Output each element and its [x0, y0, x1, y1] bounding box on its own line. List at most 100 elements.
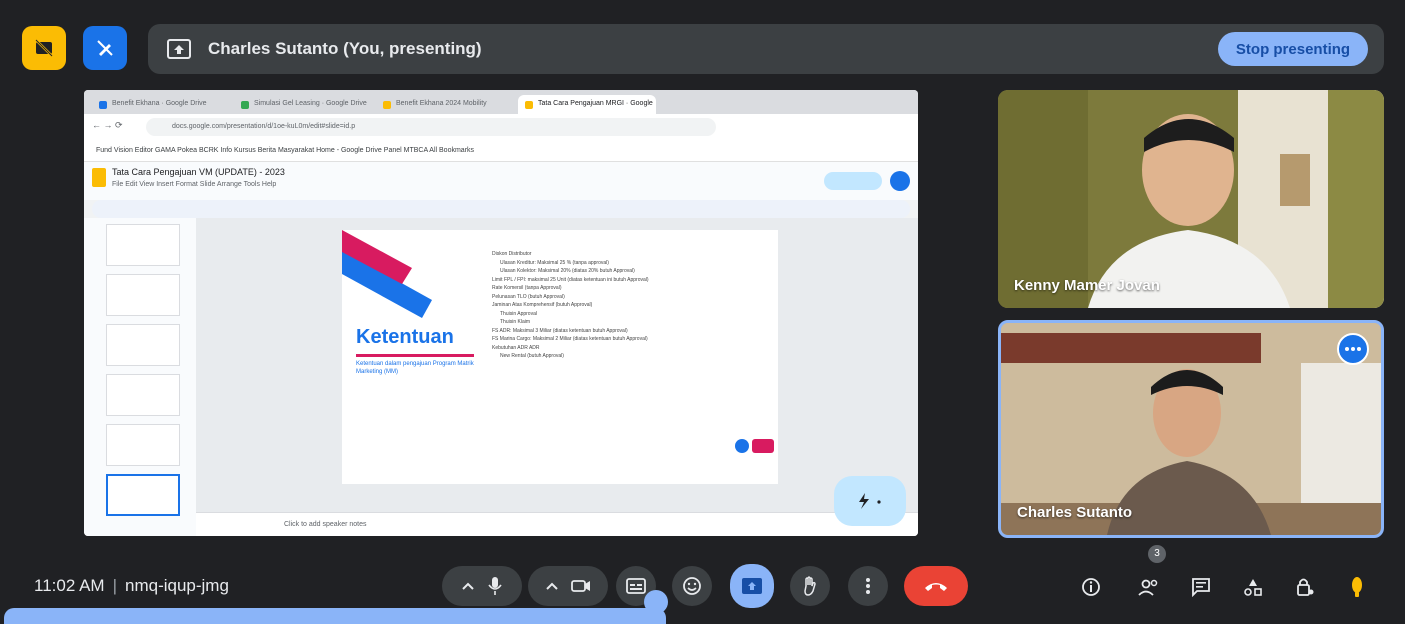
meeting-details-button[interactable] — [1076, 572, 1106, 602]
sparkle-icon — [859, 493, 881, 509]
separator: | — [112, 576, 117, 595]
presenting-label: Charles Sutanto (You, presenting) — [208, 39, 482, 58]
microphone-icon — [488, 577, 502, 595]
tab-label: Tata Cara Pengajuan MRGI · Google — [538, 100, 653, 107]
slide-title: Ketentuan — [356, 326, 454, 348]
caption-box[interactable] — [4, 608, 666, 624]
presenting-banner: Charles Sutanto (You, presenting) Stop p… — [148, 24, 1384, 74]
chat-icon — [1192, 578, 1210, 597]
browser-tab[interactable]: Benefit Ekhana · Google Drive — [92, 95, 230, 114]
speaker-notes[interactable]: Click to add speaker notes — [196, 512, 918, 536]
slide-thumbnail[interactable] — [106, 274, 180, 316]
host-controls-button[interactable] — [1290, 572, 1320, 602]
nav-arrows-icon[interactable]: ← → ⟳ — [92, 120, 123, 131]
meeting-info: 11:02 AM | nmq-iqup-jmg — [34, 576, 229, 596]
slides-header: Tata Cara Pengajuan VM (UPDATE) - 2023 F… — [84, 162, 918, 200]
avatar[interactable] — [890, 171, 910, 191]
lock-person-icon — [1297, 578, 1314, 596]
present-screen-icon — [742, 578, 762, 594]
browser-address-bar: ← → ⟳ docs.google.com/presentation/d/1oe… — [84, 114, 918, 140]
slide-filmstrip — [84, 218, 196, 536]
shared-screen: Benefit Ekhana · Google Drive Simulasi G… — [84, 90, 918, 536]
list-item: FS ADR: Maksimal 3 Miliar (diatas ketent… — [492, 327, 628, 334]
slide-logo-icon — [735, 439, 774, 453]
participant-name: Kenny Mamer Jovan — [1014, 277, 1160, 294]
tab-label: Simulasi Gel Leasing · Google Drive — [254, 100, 367, 107]
list-item: Ulasan Kreditur: Maksimal 25 % (tanpa ap… — [500, 259, 609, 266]
list-item: Jaminan Atas Komprehensif (butuh Approva… — [492, 302, 593, 308]
more-horizontal-icon — [1345, 347, 1361, 351]
activities-icon — [1244, 579, 1262, 596]
browser-tab[interactable]: Simulasi Gel Leasing · Google Drive — [234, 95, 372, 114]
sheets-icon — [241, 101, 249, 109]
pen-off-icon — [97, 40, 113, 56]
slide-thumbnail[interactable] — [106, 324, 180, 366]
people-button[interactable] — [1134, 572, 1164, 602]
list-item: Diskon Distributor — [492, 251, 532, 257]
browser-tab-active[interactable]: Tata Cara Pengajuan MRGI · Google — [518, 95, 656, 114]
more-options-button[interactable] — [1337, 333, 1369, 365]
slide-thumbnail-selected[interactable] — [106, 474, 180, 516]
more-options-button[interactable] — [848, 566, 888, 606]
doc-title[interactable]: Tata Cara Pengajuan VM (UPDATE) - 2023 — [112, 167, 285, 177]
info-icon — [1082, 578, 1100, 596]
browser-tab[interactable]: Benefit Ekhana 2024 Mobility — [376, 95, 514, 114]
participant-tile-self[interactable]: Charles Sutanto — [998, 320, 1384, 538]
hand-yellow-icon — [1352, 577, 1362, 597]
participant-name: Charles Sutanto — [1017, 504, 1133, 521]
list-item: Pelunasan TLO (butuh Approval) — [492, 293, 565, 300]
hang-up-icon — [925, 583, 947, 591]
chat-button[interactable] — [1186, 572, 1216, 602]
leave-call-button[interactable] — [904, 566, 968, 606]
slide[interactable]: Ketentuan Ketentuan dalam pengajuan Prog… — [342, 230, 778, 484]
bookmarks-bar: Fund Vision Editor GAMA Pokea BCRK Info … — [84, 140, 918, 162]
camera-off-icon — [35, 39, 53, 57]
url-field[interactable]: docs.google.com/presentation/d/1oe-kuL0m… — [146, 118, 716, 136]
tab-label: Benefit Ekhana · Google Drive — [112, 100, 207, 107]
slide-subtitle: Ketentuan dalam pengajuan Program Matrik… — [356, 361, 474, 375]
microphone-control[interactable] — [442, 566, 522, 606]
list-item: Thuisin Klaim — [500, 319, 531, 325]
list-item: Rate Komersil (tanpa Approval) — [492, 285, 562, 291]
share-button[interactable] — [824, 172, 882, 190]
present-button[interactable] — [730, 564, 774, 608]
reactions-button[interactable] — [672, 566, 712, 606]
stop-presenting-button[interactable]: Stop presenting — [1218, 32, 1368, 66]
list-item: New Rental (butuh Approval) — [500, 353, 564, 359]
browser-tab-strip: Benefit Ekhana · Google Drive Simulasi G… — [84, 90, 918, 114]
clock: 11:02 AM — [34, 576, 105, 595]
slide-canvas: Ketentuan Ketentuan dalam pengajuan Prog… — [196, 218, 918, 536]
slide-decoration-icon — [342, 230, 432, 318]
camera-icon — [571, 580, 590, 592]
present-screen-icon — [167, 39, 191, 59]
camera-control[interactable] — [528, 566, 608, 606]
people-count-badge: 3 — [1148, 545, 1166, 563]
slide-thumbnail[interactable] — [106, 224, 180, 266]
emoji-icon — [683, 577, 701, 595]
hand-raised-indicator[interactable] — [1342, 572, 1372, 602]
raise-hand-button[interactable] — [790, 566, 830, 606]
pen-off-button[interactable] — [83, 26, 127, 70]
meeting-code[interactable]: nmq-iqup-jmg — [125, 576, 229, 595]
participant-video-icon — [998, 90, 1384, 308]
slides-toolbar[interactable] — [92, 200, 910, 218]
slide-list: Diskon Distributor Ulasan Kreditur: Maks… — [492, 250, 772, 361]
chevron-up-icon — [462, 582, 474, 590]
camera-off-button[interactable] — [22, 26, 66, 70]
activities-button[interactable] — [1238, 572, 1268, 602]
list-item: Limit FPL / FPI: maksimal 25 Unit (diata… — [492, 276, 649, 283]
gemini-button[interactable] — [834, 476, 906, 526]
hand-icon — [804, 576, 816, 596]
more-vertical-icon — [866, 578, 870, 594]
drive-icon — [99, 101, 107, 109]
top-bar: Charles Sutanto (You, presenting) Stop p… — [0, 0, 1405, 88]
slide-divider — [356, 354, 474, 357]
list-item: Thuisin Approval — [500, 310, 537, 317]
list-item: Kebutuhan ADR ADR — [492, 344, 540, 351]
doc-menu[interactable]: File Edit View Insert Format Slide Arran… — [112, 181, 276, 188]
participant-tile[interactable]: Kenny Mamer Jovan — [998, 90, 1384, 308]
tab-label: Benefit Ekhana 2024 Mobility — [396, 100, 487, 107]
slide-thumbnail[interactable] — [106, 374, 180, 416]
slide-thumbnail[interactable] — [106, 424, 180, 466]
meet-window: Charles Sutanto (You, presenting) Stop p… — [0, 0, 1405, 624]
